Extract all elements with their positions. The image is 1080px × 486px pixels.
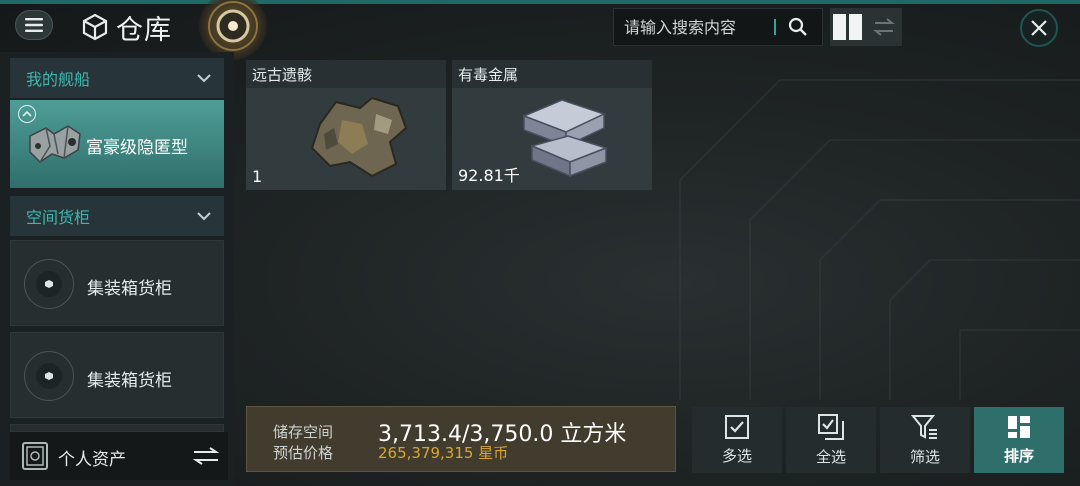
multi-select-icon	[725, 415, 749, 439]
container-icon	[24, 351, 74, 401]
section-my-ships[interactable]: 我的舰船	[10, 58, 224, 98]
container-item[interactable]: 集装箱货柜	[10, 332, 224, 418]
safe-icon	[22, 442, 48, 470]
search-input[interactable]	[614, 9, 774, 45]
container-name: 集装箱货柜	[87, 279, 172, 299]
orb-button[interactable]	[199, 0, 267, 60]
container-icon	[24, 259, 74, 309]
menu-button[interactable]	[15, 10, 53, 40]
container-name: 集装箱货柜	[87, 371, 172, 391]
multi-select-button[interactable]: 多选	[692, 407, 782, 473]
close-button[interactable]	[1020, 9, 1058, 47]
item-quantity: 1	[252, 167, 263, 186]
assets-label: 个人资产	[58, 450, 126, 470]
filter-button[interactable]: 筛选	[880, 407, 970, 473]
select-all-button[interactable]: 全选	[786, 407, 876, 473]
item-name: 有毒金属	[452, 60, 652, 88]
select-all-icon	[818, 414, 844, 440]
swap-icon	[192, 447, 220, 465]
container-item[interactable]: 集装箱货柜	[10, 240, 224, 326]
section-space-containers[interactable]: 空间货柜	[10, 196, 224, 236]
grid-view-icon[interactable]	[830, 8, 866, 46]
page-title: 仓库	[116, 14, 172, 46]
search-icon[interactable]	[786, 15, 810, 39]
cube-icon	[82, 13, 108, 41]
item-card-ancient-remains[interactable]: 远古遗骸 1	[246, 60, 446, 190]
storage-summary: 储存空间 预估价格 3,713.4/3,750.0 立方米 265,379,31…	[246, 406, 676, 472]
estimated-price-value: 265,379,315 星币	[378, 444, 509, 462]
target-icon	[208, 1, 258, 51]
personal-assets-button[interactable]: 个人资产	[10, 432, 228, 480]
background-decoration	[679, 79, 1080, 400]
sort-button[interactable]: 排序	[974, 407, 1064, 473]
ship-image	[29, 125, 81, 163]
sort-label: 排序	[1003, 447, 1034, 465]
swap-view-icon[interactable]	[866, 8, 902, 46]
sidebar: 我的舰船 富豪级隐匿型 空间货柜 集装箱货柜 集装箱货柜	[0, 52, 234, 486]
container-item-partial	[10, 424, 224, 432]
chevron-down-icon	[197, 74, 211, 83]
section-label: 空间货柜	[26, 208, 91, 227]
multi-select-label: 多选	[721, 447, 752, 465]
sort-icon	[1008, 416, 1030, 438]
page-header: 仓库	[82, 8, 172, 46]
search-cursor	[774, 19, 776, 35]
search-bar	[613, 8, 823, 46]
chevron-down-icon	[197, 212, 211, 221]
item-name: 远古遗骸	[246, 60, 446, 88]
storage-space-label: 储存空间	[273, 423, 334, 441]
ancient-remains-image	[310, 96, 408, 178]
hamburger-icon	[25, 18, 43, 32]
estimated-price-label: 预估价格	[273, 444, 334, 462]
ship-name: 富豪级隐匿型	[86, 138, 188, 158]
top-accent-line	[0, 0, 1080, 4]
warehouse-screen: 仓库 请输入搜索内容 我的舰船 富豪级隐匿型 空间货柜 集装箱货柜 集装箱货柜 …	[0, 0, 1080, 486]
item-quantity: 92.81千	[458, 166, 520, 185]
ship-item[interactable]: 富豪级隐匿型	[10, 100, 224, 188]
view-toggle	[830, 8, 902, 46]
select-all-label: 全选	[815, 448, 846, 466]
close-icon	[1031, 20, 1047, 36]
section-label: 我的舰船	[26, 70, 91, 89]
filter-label: 筛选	[909, 448, 940, 466]
item-card-toxic-metal[interactable]: 有毒金属 92.81千	[452, 60, 652, 190]
filter-icon	[911, 415, 937, 439]
metal-ingots-image	[521, 99, 609, 178]
